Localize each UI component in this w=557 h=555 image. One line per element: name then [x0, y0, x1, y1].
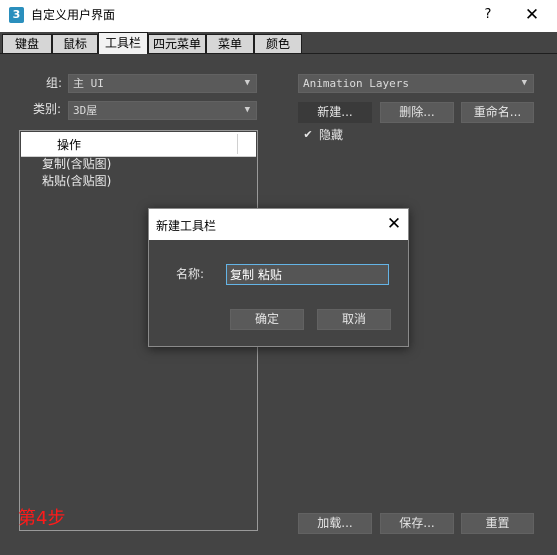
help-button[interactable]: ?: [478, 5, 498, 25]
group-value: 主 UI: [73, 77, 104, 90]
tab-colors[interactable]: 颜色: [254, 34, 302, 54]
app-icon: 3: [9, 7, 24, 23]
tab-bar: 键盘 鼠标 工具栏 四元菜单 菜单 颜色: [0, 32, 557, 54]
chevron-down-icon: ▼: [521, 78, 527, 88]
name-label: 名称:: [176, 267, 205, 281]
cancel-button[interactable]: 取消: [317, 309, 391, 330]
tab-quad-menus[interactable]: 四元菜单: [148, 34, 206, 54]
window-title: 自定义用户界面: [31, 8, 116, 22]
category-label: 类别:: [33, 102, 62, 116]
list-header[interactable]: 操作: [21, 132, 256, 157]
tab-menus[interactable]: 菜单: [206, 34, 254, 54]
list-item[interactable]: 复制(含贴图): [42, 156, 111, 172]
close-button[interactable]: ✕: [520, 4, 544, 26]
toolbar-value: Animation Layers: [303, 77, 409, 90]
group-label: 组:: [46, 76, 63, 90]
chevron-down-icon: ▼: [244, 105, 250, 115]
list-header-label: 操作: [57, 138, 82, 152]
category-value: 3D屋: [73, 104, 98, 117]
save-button[interactable]: 保存...: [380, 513, 454, 534]
category-dropdown[interactable]: 3D屋 ▼: [68, 101, 257, 120]
ok-button[interactable]: 确定: [230, 309, 304, 330]
new-button[interactable]: 新建...: [298, 102, 372, 123]
name-input[interactable]: [226, 264, 389, 285]
dialog-close-button[interactable]: ✕: [383, 212, 405, 236]
chevron-down-icon: ▼: [244, 78, 250, 88]
delete-button[interactable]: 删除...: [380, 102, 454, 123]
reset-button[interactable]: 重置: [461, 513, 534, 534]
load-button[interactable]: 加载...: [298, 513, 372, 534]
list-item[interactable]: 粘贴(含贴图): [42, 173, 111, 189]
tab-toolbars[interactable]: 工具栏: [98, 32, 148, 54]
dialog-title: 新建工具栏: [156, 219, 217, 233]
column-divider: [237, 134, 238, 154]
rename-button[interactable]: 重命名...: [461, 102, 534, 123]
new-toolbar-dialog: 新建工具栏 ✕ 名称: 确定 取消: [148, 208, 409, 347]
hide-checkbox[interactable]: ✔: [302, 129, 314, 141]
step-annotation: 第4步: [18, 508, 66, 529]
title-bar: 3 自定义用户界面 ? ✕: [0, 0, 557, 32]
dialog-title-bar: 新建工具栏 ✕: [149, 209, 408, 240]
tab-mouse[interactable]: 鼠标: [52, 34, 98, 54]
group-dropdown[interactable]: 主 UI ▼: [68, 74, 257, 93]
toolbar-dropdown[interactable]: Animation Layers ▼: [298, 74, 534, 93]
tab-divider: [0, 53, 557, 54]
hide-label: 隐藏: [319, 128, 344, 142]
tab-keyboard[interactable]: 键盘: [2, 34, 52, 54]
